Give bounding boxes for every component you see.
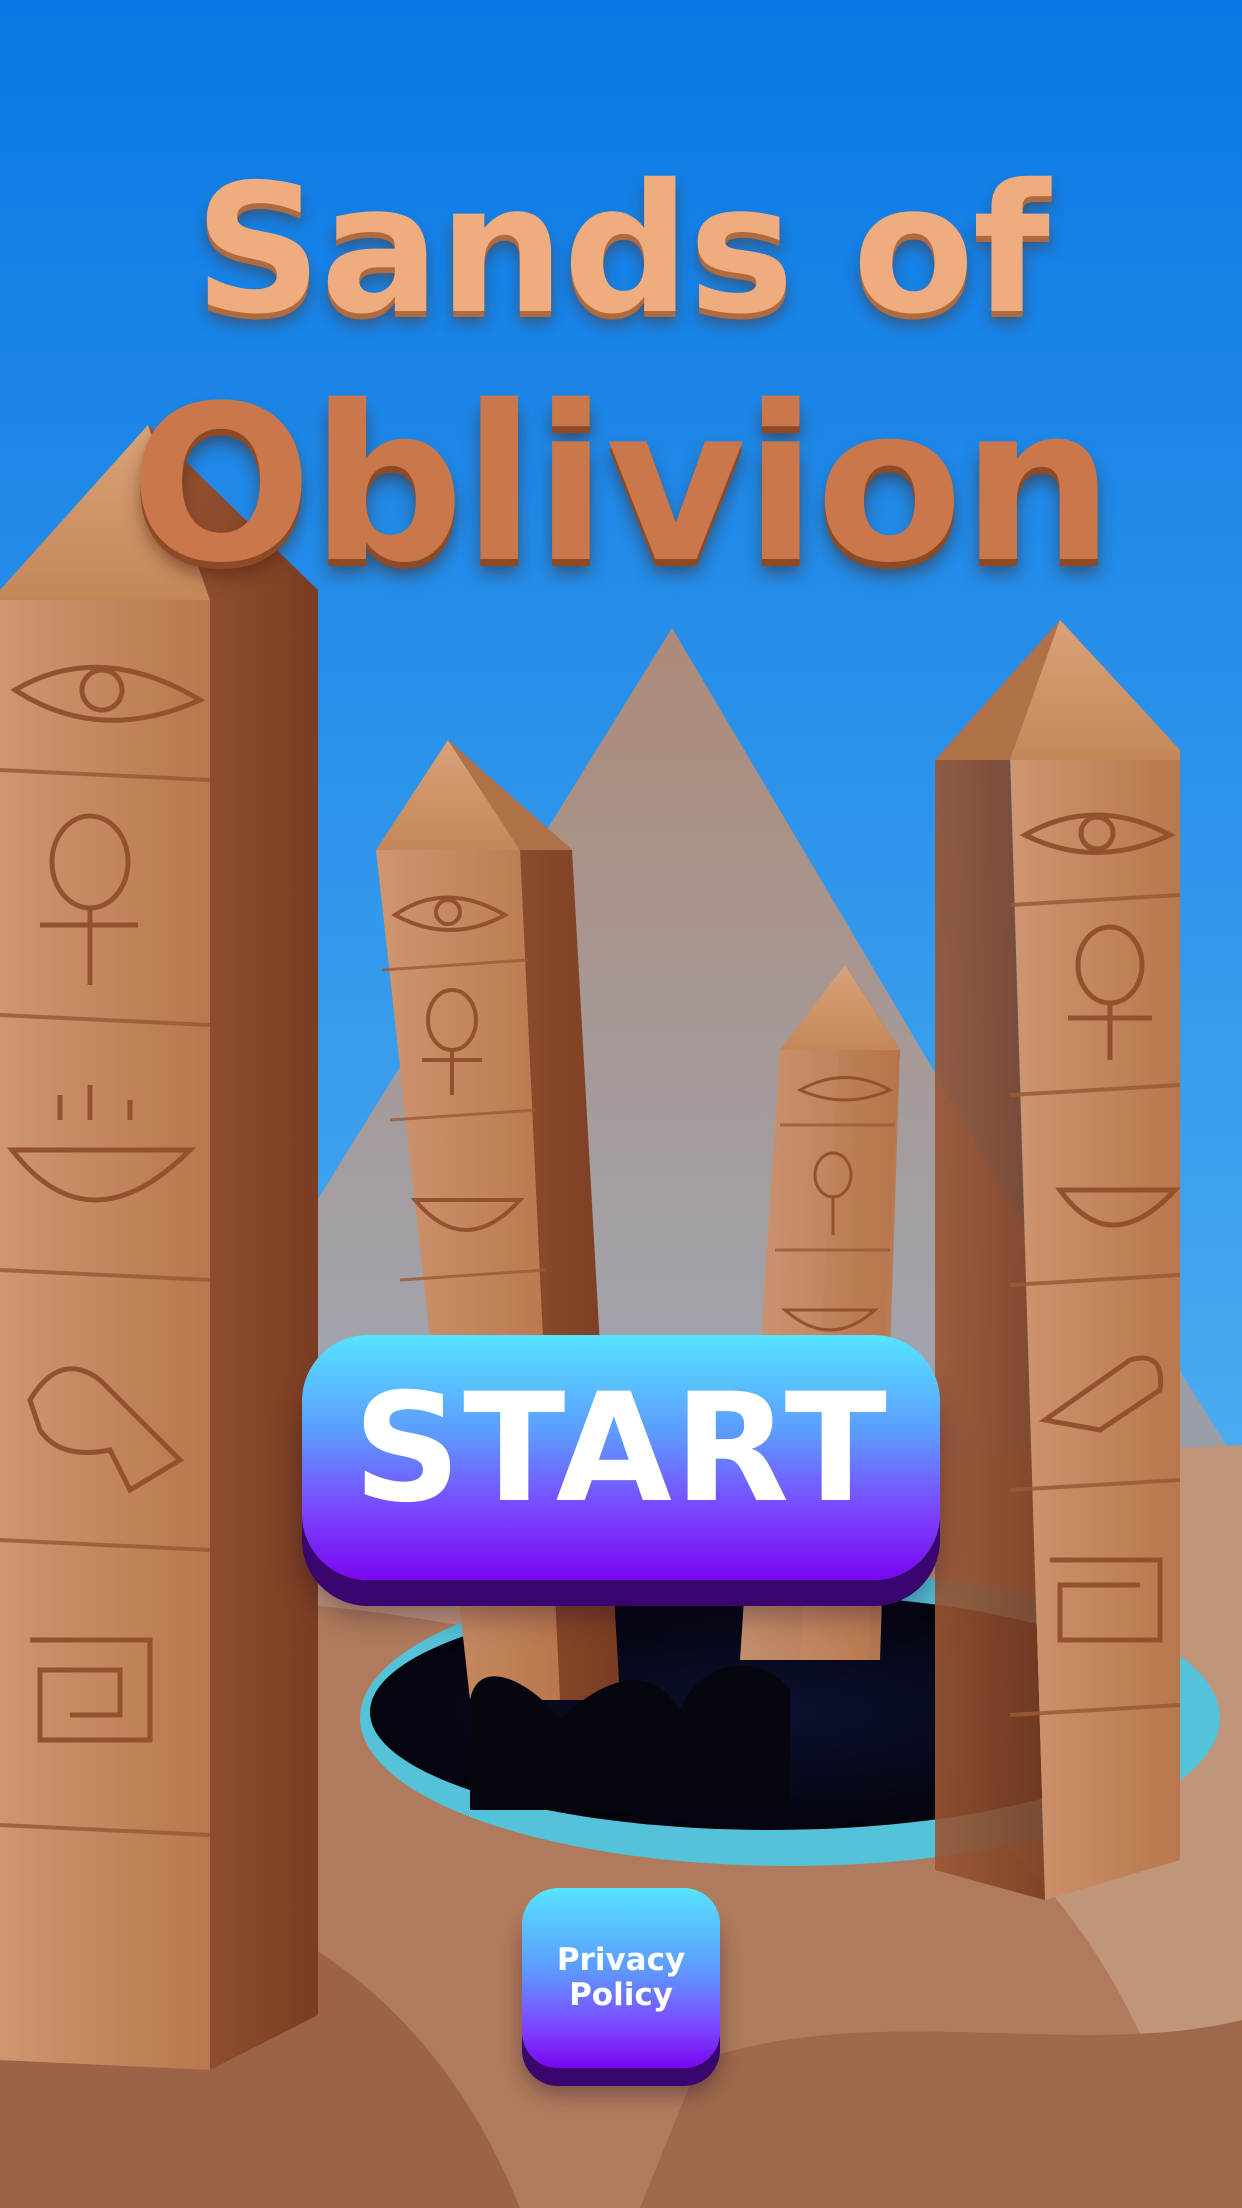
privacy-policy-button[interactable]: Privacy Policy [522, 1888, 720, 2068]
obelisk-left [0, 425, 318, 2070]
privacy-policy-label-line2: Policy [569, 1977, 673, 2013]
game-title-line1: Sands of [193, 146, 1050, 353]
start-button[interactable]: START [302, 1335, 940, 1580]
start-screen: Sands of Oblivion START Privacy Policy [0, 0, 1242, 2208]
obelisk-right [935, 620, 1181, 1900]
start-button-label: START [353, 1361, 889, 1536]
game-title-line2: Oblivion [129, 359, 1115, 610]
privacy-policy-label-line1: Privacy [556, 1942, 686, 1978]
